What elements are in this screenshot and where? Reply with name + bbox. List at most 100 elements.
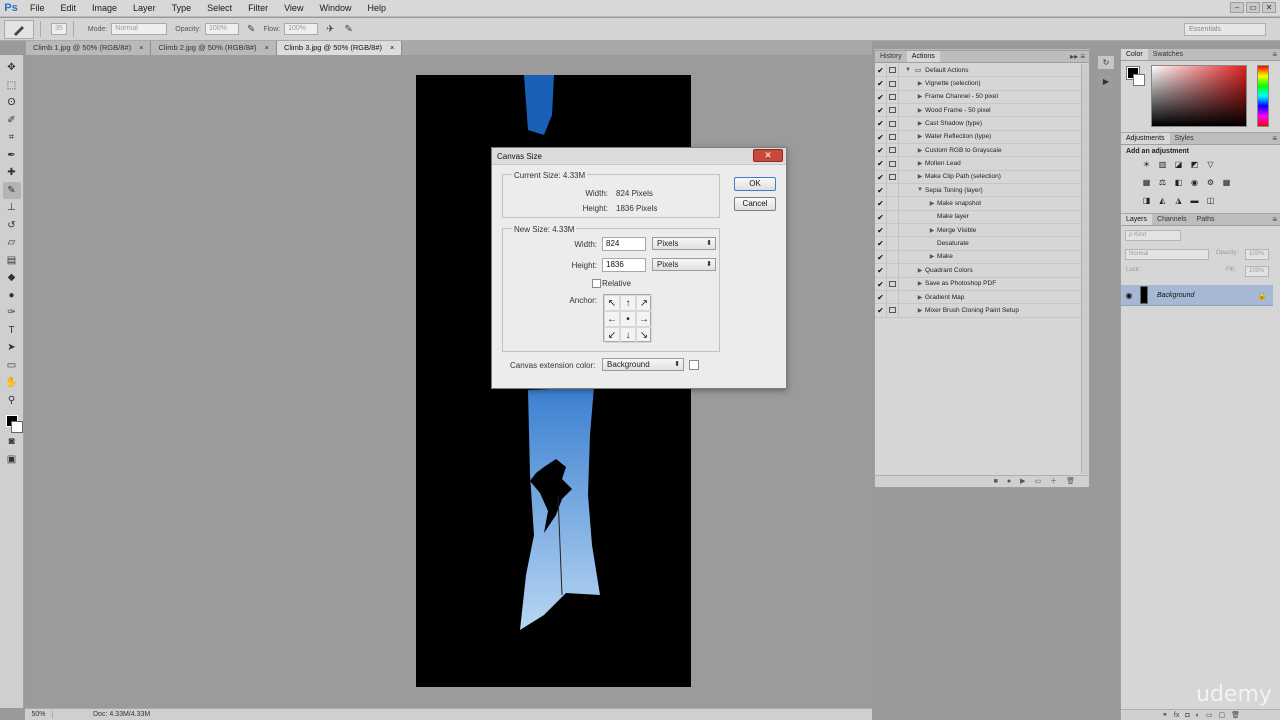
invert-icon[interactable]: ◨ bbox=[1141, 196, 1152, 206]
menu-layer[interactable]: Layer bbox=[125, 0, 164, 17]
action-row[interactable]: ✔ ▼ ▭ Default Actions bbox=[875, 64, 1083, 78]
toggle-check-icon[interactable]: ✔ bbox=[875, 277, 887, 290]
action-row[interactable]: ✔ ▶ Make Clip Path (selection) bbox=[875, 170, 1083, 185]
close-tab-icon[interactable]: × bbox=[265, 41, 269, 55]
toggle-check-icon[interactable]: ✔ bbox=[875, 104, 887, 117]
channel-mixer-icon[interactable]: ⚙ bbox=[1205, 178, 1216, 188]
anchor-top-left-icon[interactable]: ↖ bbox=[604, 295, 620, 311]
quick-mask-icon[interactable]: ◙ bbox=[3, 433, 21, 451]
expand-right-icon[interactable]: ▶ bbox=[927, 253, 937, 260]
action-row[interactable]: ✔ ▶ Save as Photoshop PDF bbox=[875, 277, 1083, 291]
dialog-toggle[interactable] bbox=[887, 277, 899, 290]
actions-scrollbar[interactable] bbox=[1081, 64, 1089, 474]
tab-styles[interactable]: Styles bbox=[1170, 133, 1199, 144]
hand-tool-icon[interactable]: ✋ bbox=[3, 374, 21, 392]
tab-channels[interactable]: Channels bbox=[1152, 214, 1192, 225]
anchor-right-icon[interactable]: → bbox=[636, 311, 652, 327]
new-height-input[interactable]: 1836 bbox=[602, 258, 646, 272]
dialog-toggle[interactable] bbox=[887, 117, 899, 130]
anchor-left-icon[interactable]: ← bbox=[604, 311, 620, 327]
menu-edit[interactable]: Edit bbox=[53, 0, 85, 17]
panel-menu-icon[interactable]: ≡ bbox=[1272, 214, 1277, 226]
exposure-icon[interactable]: ◩ bbox=[1189, 160, 1200, 170]
menu-filter[interactable]: Filter bbox=[240, 0, 276, 17]
layer-name[interactable]: Background bbox=[1157, 292, 1194, 299]
anchor-center-icon[interactable]: • bbox=[620, 311, 636, 327]
background-color-swatch[interactable] bbox=[10, 421, 23, 433]
zoom-level[interactable]: 50% bbox=[25, 711, 53, 718]
pressure-opacity-icon[interactable]: ✎ bbox=[247, 24, 255, 35]
dialog-toggle[interactable] bbox=[887, 90, 899, 104]
pen-tool-icon[interactable]: ✑ bbox=[3, 304, 21, 322]
dialog-toggle[interactable] bbox=[887, 224, 899, 237]
toggle-check-icon[interactable]: ✔ bbox=[875, 77, 887, 90]
menu-file[interactable]: File bbox=[22, 0, 53, 17]
threshold-icon[interactable]: ◮ bbox=[1173, 196, 1184, 206]
path-select-tool-icon[interactable]: ➤ bbox=[3, 339, 21, 357]
color-spectrum[interactable] bbox=[1151, 65, 1247, 127]
expand-right-icon[interactable]: ▶ bbox=[915, 160, 925, 167]
action-row[interactable]: ✔ ▼ Sepia Toning (layer) bbox=[875, 184, 1083, 198]
blend-mode-select[interactable]: Normal bbox=[1125, 249, 1209, 260]
new-width-input[interactable]: 824 bbox=[602, 237, 646, 251]
anchor-bottom-icon[interactable]: ↓ bbox=[620, 327, 636, 343]
expand-right-icon[interactable]: ▶ bbox=[915, 294, 925, 301]
menu-window[interactable]: Window bbox=[311, 0, 359, 17]
width-unit-select[interactable]: Pixels ⬍ bbox=[652, 237, 716, 250]
hue-saturation-icon[interactable]: ▦ bbox=[1141, 178, 1152, 188]
brush-tool-preset-icon[interactable] bbox=[4, 19, 34, 39]
ok-button[interactable]: OK bbox=[734, 177, 776, 191]
close-dialog-button[interactable]: ✕ bbox=[753, 149, 783, 162]
dialog-toggle[interactable] bbox=[887, 237, 899, 250]
opacity-input[interactable]: 100% bbox=[204, 23, 239, 35]
dialog-toggle[interactable] bbox=[887, 64, 899, 77]
tab-swatches[interactable]: Swatches bbox=[1148, 49, 1188, 60]
new-layer-icon[interactable]: ▢ bbox=[1218, 710, 1225, 720]
link-layers-icon[interactable]: ⚭ bbox=[1162, 710, 1168, 720]
extension-color-select[interactable]: Background ⬍ bbox=[602, 358, 684, 371]
anchor-bottom-right-icon[interactable]: ↘ bbox=[636, 327, 652, 343]
menu-select[interactable]: Select bbox=[199, 0, 240, 17]
eyedropper-tool-icon[interactable]: ✒ bbox=[3, 147, 21, 165]
height-unit-select[interactable]: Pixels ⬍ bbox=[652, 258, 716, 271]
anchor-bottom-left-icon[interactable]: ↙ bbox=[604, 327, 620, 343]
toggle-check-icon[interactable]: ✔ bbox=[875, 144, 887, 157]
layer-opacity-input[interactable]: 100% bbox=[1245, 249, 1269, 260]
black-white-icon[interactable]: ◧ bbox=[1173, 178, 1184, 188]
selective-color-icon[interactable]: ◫ bbox=[1205, 196, 1216, 206]
type-tool-icon[interactable]: T bbox=[3, 322, 21, 340]
history-panel-icon[interactable]: ↻ bbox=[1097, 55, 1115, 70]
dialog-toggle[interactable] bbox=[887, 197, 899, 210]
menu-view[interactable]: View bbox=[276, 0, 311, 17]
dialog-toggle[interactable] bbox=[887, 250, 899, 264]
expand-right-icon[interactable]: ▶ bbox=[915, 93, 925, 100]
history-brush-tool-icon[interactable]: ↺ bbox=[3, 217, 21, 235]
relative-checkbox[interactable] bbox=[592, 279, 601, 288]
marquee-tool-icon[interactable]: ⬚ bbox=[3, 77, 21, 95]
action-row[interactable]: ✔ ▶ Vignette (selection) bbox=[875, 77, 1083, 91]
toggle-check-icon[interactable]: ✔ bbox=[875, 117, 887, 130]
delete-icon[interactable]: 🗑 bbox=[1066, 476, 1075, 487]
dialog-toggle[interactable] bbox=[887, 264, 899, 277]
new-group-icon[interactable]: ▭ bbox=[1206, 710, 1213, 720]
quick-select-tool-icon[interactable]: ✐ bbox=[3, 112, 21, 130]
action-row[interactable]: ✔ ▶ Custom RGB to Grayscale bbox=[875, 144, 1083, 158]
dialog-toggle[interactable] bbox=[887, 304, 899, 317]
hue-slider[interactable] bbox=[1257, 65, 1269, 127]
dialog-toggle[interactable] bbox=[887, 157, 899, 170]
airbrush-icon[interactable]: ✈ bbox=[326, 24, 334, 35]
panel-menu-icon[interactable]: ≡ bbox=[1272, 133, 1277, 145]
play-icon[interactable]: ▶ bbox=[1020, 476, 1025, 487]
doc-tab-climb-3[interactable]: Climb 3.jpg @ 50% (RGB/8#) × bbox=[276, 41, 403, 55]
brush-size-picker[interactable]: 35 bbox=[51, 23, 67, 35]
menu-type[interactable]: Type bbox=[164, 0, 200, 17]
tab-adjustments[interactable]: Adjustments bbox=[1121, 133, 1170, 144]
pressure-size-icon[interactable]: ✎ bbox=[344, 24, 352, 35]
dialog-toggle[interactable] bbox=[887, 144, 899, 157]
close-tab-icon[interactable]: × bbox=[139, 41, 143, 55]
cancel-button[interactable]: Cancel bbox=[734, 197, 776, 211]
layer-kind-filter[interactable]: ρ Kind bbox=[1125, 230, 1181, 241]
maximize-button[interactable]: ▭ bbox=[1246, 2, 1260, 13]
document-info[interactable]: Doc: 4.33M/4.33M bbox=[93, 711, 150, 718]
layer-style-icon[interactable]: fx bbox=[1174, 710, 1179, 720]
